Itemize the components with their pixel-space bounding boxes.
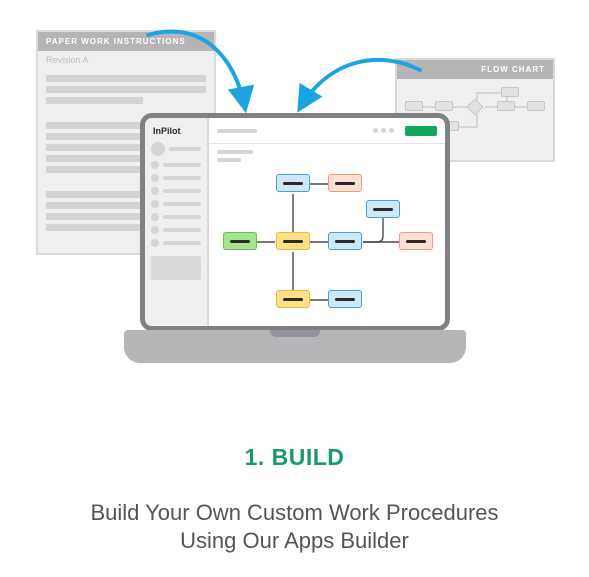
step-title: 1. BUILD: [40, 444, 549, 471]
sidebar-item: [151, 213, 201, 221]
doc-line: [46, 97, 143, 104]
step-description-line2: Using Our Apps Builder: [180, 528, 409, 553]
sidebar-item: [151, 174, 201, 182]
app-toolbar: [209, 118, 445, 144]
profile-name-placeholder: [169, 147, 201, 151]
toolbar-menu-dots-icon: [373, 128, 400, 133]
bullet-icon: [151, 161, 159, 169]
workflow-node: [223, 232, 257, 250]
app-sidebar: InPilot: [145, 118, 209, 326]
toolbar-action-button: [405, 126, 437, 136]
bullet-icon: [151, 200, 159, 208]
app-brand: InPilot: [151, 124, 201, 137]
mini-node: [501, 87, 519, 97]
mini-node: [527, 101, 545, 111]
app-main: [209, 118, 445, 326]
avatar-icon: [151, 142, 165, 156]
laptop-screen: InPilot: [140, 113, 450, 331]
workflow-node: [276, 290, 310, 308]
bullet-icon: [151, 239, 159, 247]
bullet-icon: [151, 174, 159, 182]
laptop-notch: [270, 330, 320, 337]
workflow-node: [328, 232, 362, 250]
paper-doc-revision: Revision A: [38, 51, 214, 71]
workflow-node: [328, 290, 362, 308]
bullet-icon: [151, 187, 159, 195]
flow-chart-title: FLOW CHART: [397, 60, 553, 79]
sidebar-item: [151, 239, 201, 247]
workflow-node: [276, 232, 310, 250]
toolbar-placeholder: [217, 129, 257, 133]
sidebar-block: [151, 256, 201, 280]
workflow-canvas: [209, 144, 445, 326]
laptop-base: [124, 330, 466, 363]
sidebar-item: [151, 161, 201, 169]
illustration-stage: PAPER WORK INSTRUCTIONS Revision A FLOW …: [0, 0, 589, 400]
sidebar-item: [151, 187, 201, 195]
bullet-icon: [151, 226, 159, 234]
mini-node: [497, 101, 515, 111]
workflow-node: [399, 232, 433, 250]
mini-node: [405, 101, 423, 111]
workflow-node: [328, 174, 362, 192]
sidebar-item: [151, 226, 201, 234]
text-section: 1. BUILD Build Your Own Custom Work Proc…: [0, 400, 589, 554]
mini-node: [435, 101, 453, 111]
workflow-node: [276, 174, 310, 192]
sidebar-item: [151, 200, 201, 208]
doc-line: [46, 86, 206, 93]
bullet-icon: [151, 213, 159, 221]
laptop-illustration: InPilot: [124, 113, 466, 363]
doc-line: [46, 75, 206, 82]
workflow-node: [366, 200, 400, 218]
sidebar-profile: [151, 142, 201, 156]
step-description: Build Your Own Custom Work Procedures Us…: [40, 499, 549, 554]
app-builder-ui: InPilot: [145, 118, 445, 326]
paper-doc-title: PAPER WORK INSTRUCTIONS: [38, 32, 214, 51]
step-description-line1: Build Your Own Custom Work Procedures: [91, 500, 499, 525]
